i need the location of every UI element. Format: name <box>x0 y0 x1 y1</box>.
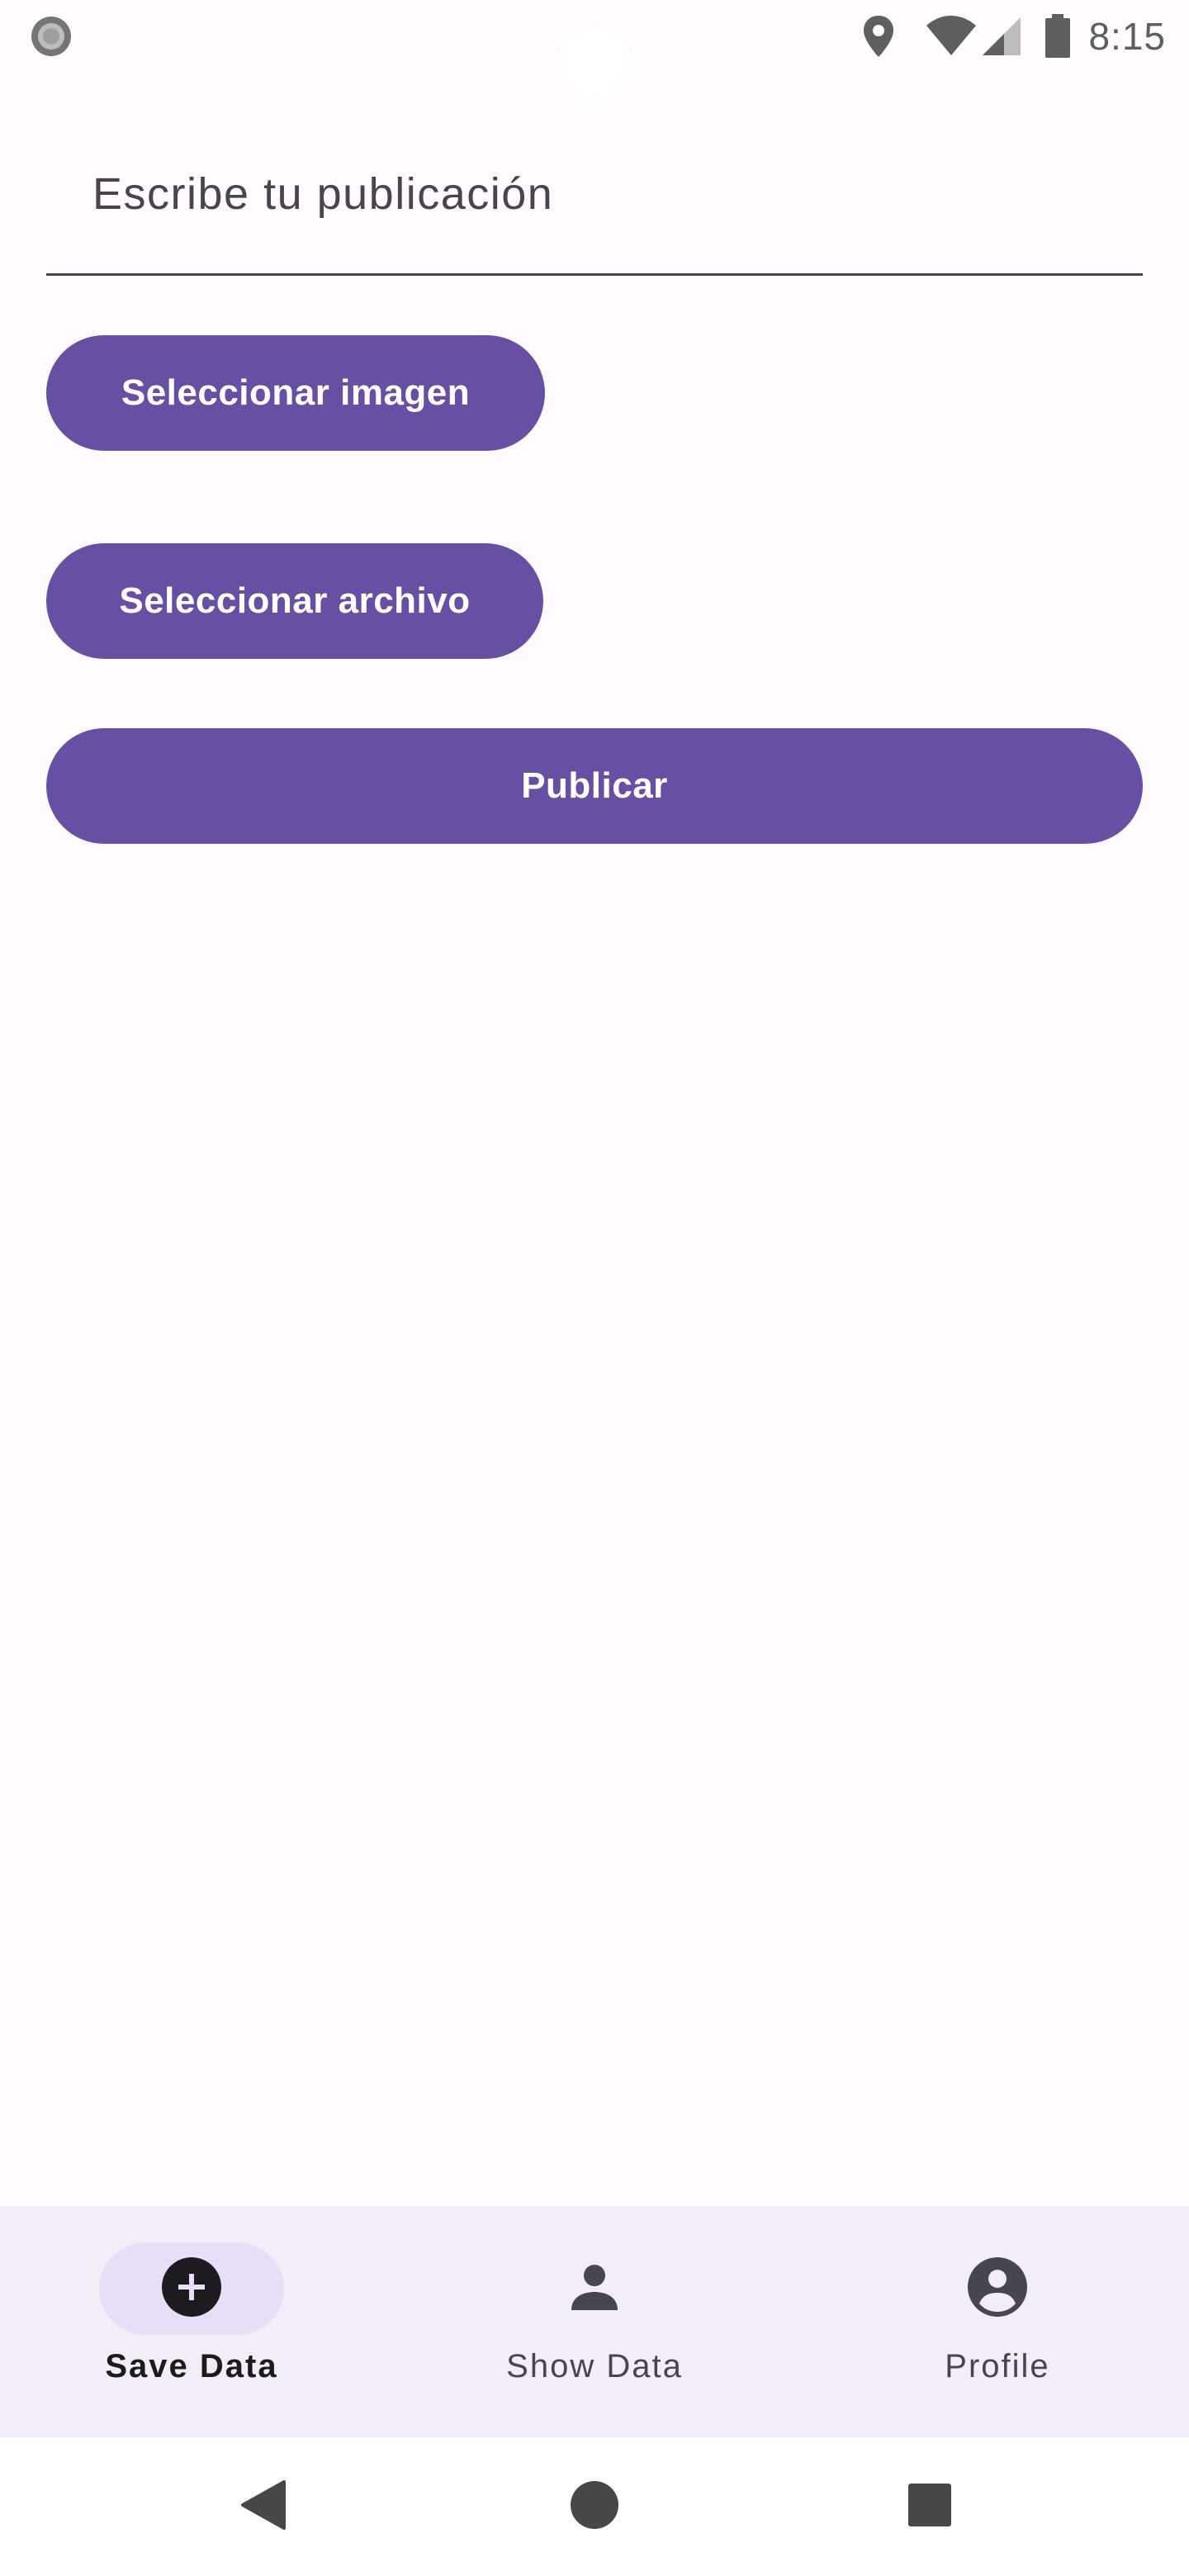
nav-active-indicator <box>99 2242 284 2335</box>
nav-item-profile[interactable]: Profile <box>799 2206 1189 2437</box>
signal-icon <box>981 16 1022 57</box>
select-image-button[interactable]: Seleccionar imagen <box>46 335 545 451</box>
select-file-button[interactable]: Seleccionar archivo <box>46 543 543 659</box>
system-navigation-bar <box>0 2437 1189 2576</box>
add-circle-icon <box>162 2256 221 2321</box>
recents-button[interactable] <box>880 2437 979 2576</box>
status-bar: 8:15 <box>0 0 1189 97</box>
bottom-navigation: Save Data Show Data Profile <box>0 2206 1189 2437</box>
nav-item-show-data[interactable]: Show Data <box>396 2206 793 2437</box>
nav-icon-container <box>502 2242 687 2335</box>
nav-label-profile: Profile <box>945 2348 1050 2384</box>
home-button[interactable] <box>545 2437 644 2576</box>
status-time: 8:15 <box>1088 15 1166 58</box>
publish-button-label: Publicar <box>521 765 668 806</box>
battery-icon <box>1044 14 1072 59</box>
person-icon <box>568 2261 621 2318</box>
camera-cutout <box>558 25 631 97</box>
post-input[interactable] <box>92 165 1083 223</box>
post-text-field[interactable] <box>46 140 1143 276</box>
record-icon <box>30 15 73 58</box>
nav-label-save-data: Save Data <box>105 2348 278 2384</box>
nav-label-show-data: Show Data <box>506 2348 683 2384</box>
status-icons: 8:15 <box>862 12 1166 61</box>
select-file-button-label: Seleccionar archivo <box>119 580 471 621</box>
select-image-button-label: Seleccionar imagen <box>121 372 471 413</box>
back-button[interactable] <box>213 2437 312 2576</box>
nav-item-save-data[interactable]: Save Data <box>0 2206 390 2437</box>
nav-icon-container <box>905 2242 1090 2335</box>
recents-icon <box>907 2482 953 2532</box>
wifi-icon <box>925 16 978 57</box>
back-icon <box>238 2479 287 2536</box>
publish-button[interactable]: Publicar <box>46 728 1143 844</box>
location-icon <box>862 14 895 59</box>
home-icon <box>570 2480 619 2534</box>
account-circle-icon <box>968 2256 1027 2321</box>
